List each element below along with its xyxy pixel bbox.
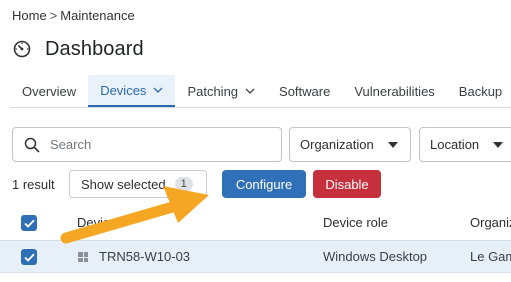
table-row[interactable]: TRN58-W10-03 Windows Desktop Le Gam <box>0 240 511 273</box>
tab-patching[interactable]: Patching <box>175 75 267 107</box>
checkmark-icon <box>23 253 35 262</box>
tab-label: Software <box>279 83 331 99</box>
dashboard-gauge-icon <box>12 39 32 59</box>
show-selected-label: Show selected <box>81 176 166 192</box>
tab-vulnerabilities[interactable]: Vulnerabilities <box>342 75 446 107</box>
column-header-organization[interactable]: Organization <box>470 215 511 230</box>
device-name-link[interactable]: TRN58-W10-03 <box>99 249 190 264</box>
tab-backup[interactable]: Backup <box>447 75 511 107</box>
location-dropdown[interactable]: Location <box>419 127 511 162</box>
organization-dropdown-label: Organization <box>300 137 374 152</box>
chevron-down-icon <box>153 87 163 93</box>
tab-label: Overview <box>22 83 77 99</box>
tab-overview[interactable]: Overview <box>10 75 88 107</box>
tab-bar: Overview Devices Patching Software Vulne… <box>10 75 511 108</box>
caret-down-icon <box>493 141 504 148</box>
table-header: Device Device role Organization <box>0 208 511 238</box>
show-selected-button[interactable]: Show selected 1 <box>69 170 207 198</box>
selected-count-badge: 1 <box>174 177 193 191</box>
search-input[interactable] <box>50 137 270 152</box>
organization-cell: Le Gam <box>470 249 511 264</box>
result-count: 1 result <box>12 177 55 192</box>
tab-software[interactable]: Software <box>267 75 342 107</box>
breadcrumb-home[interactable]: Home <box>12 8 47 23</box>
caret-down-icon <box>387 141 398 148</box>
configure-button[interactable]: Configure <box>222 170 306 198</box>
breadcrumb-current[interactable]: Maintenance <box>60 8 134 23</box>
checkmark-icon <box>23 219 35 228</box>
disable-button[interactable]: Disable <box>313 170 381 198</box>
row-select-checkbox[interactable] <box>21 249 37 265</box>
organization-dropdown[interactable]: Organization <box>289 127 411 162</box>
breadcrumb: Home > Maintenance <box>12 8 135 23</box>
chevron-down-icon <box>245 88 255 94</box>
page-header: Dashboard <box>12 36 144 62</box>
location-dropdown-label: Location <box>430 137 480 152</box>
select-all-checkbox[interactable] <box>21 215 37 231</box>
tab-label: Devices <box>100 82 147 98</box>
tab-devices[interactable]: Devices <box>88 75 176 107</box>
tab-label: Patching <box>187 83 239 99</box>
search-box[interactable] <box>12 127 282 162</box>
app-root: Home > Maintenance Dashboard Overview Devi… <box>0 0 511 282</box>
breadcrumb-separator: > <box>49 8 58 23</box>
page-title: Dashboard <box>45 37 144 60</box>
column-header-device[interactable]: Device <box>77 215 117 230</box>
tab-label: Backup <box>458 83 503 99</box>
tab-label: Vulnerabilities <box>354 83 435 99</box>
device-role-cell: Windows Desktop <box>323 249 428 264</box>
search-icon <box>24 137 40 153</box>
column-header-device-role[interactable]: Device role <box>323 215 388 230</box>
windows-icon <box>78 252 88 262</box>
